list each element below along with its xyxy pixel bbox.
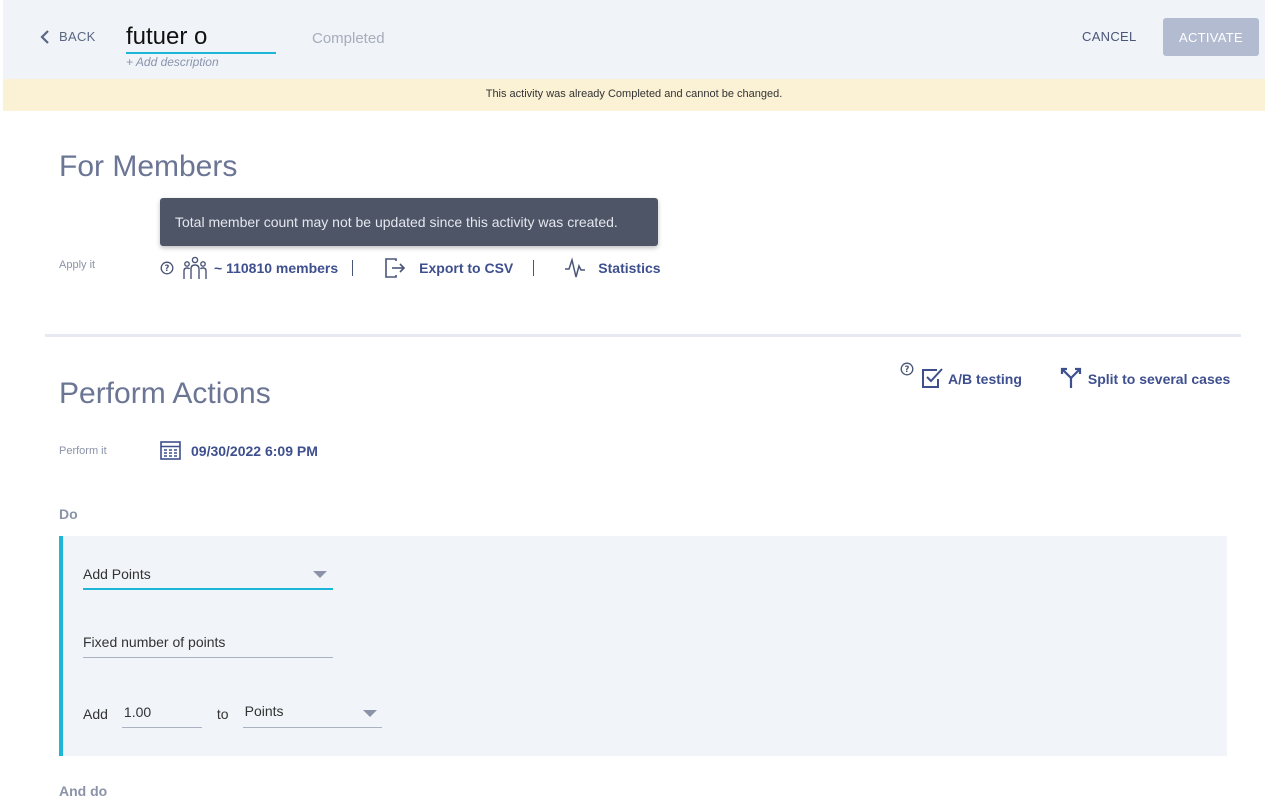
status-text: Completed xyxy=(312,30,385,47)
add-label: Add xyxy=(83,706,108,722)
points-amount-value: 1.00 xyxy=(123,704,152,720)
schedule-row[interactable]: 09/30/2022 6:09 PM xyxy=(160,440,318,461)
member-count-tooltip: Total member count may not be updated si… xyxy=(160,198,658,246)
completed-banner: This activity was already Completed and … xyxy=(3,79,1265,111)
checkbox-icon[interactable] xyxy=(920,366,944,390)
do-label: Do xyxy=(59,506,78,522)
title-area: + Add description xyxy=(126,22,276,69)
add-description-link[interactable]: + Add description xyxy=(126,55,276,69)
perform-it-label: Perform it xyxy=(59,445,107,457)
schedule-datetime[interactable]: 09/30/2022 6:09 PM xyxy=(191,443,318,459)
split-icon[interactable] xyxy=(1060,367,1082,389)
apply-it-label: Apply it xyxy=(59,259,96,271)
section-divider xyxy=(45,334,1241,337)
points-target-value: Points xyxy=(244,703,284,719)
back-label: BACK xyxy=(59,29,96,44)
member-count-link[interactable]: ~ 110810 members xyxy=(214,260,338,276)
ab-testing-toolbar: ? A/B testing Split to several cases xyxy=(900,362,1230,390)
svg-text:?: ? xyxy=(905,365,910,375)
members-section-title: For Members xyxy=(59,150,238,183)
export-csv-link[interactable]: Export to CSV xyxy=(419,260,513,276)
help-icon[interactable]: ? xyxy=(900,362,914,376)
top-bar: BACK + Add description Completed CANCEL … xyxy=(0,0,1265,79)
activity-title-input[interactable] xyxy=(126,22,276,54)
add-points-row: Add 1.00 to Points xyxy=(83,698,382,728)
back-button[interactable]: BACK xyxy=(40,29,96,44)
to-label: to xyxy=(216,706,229,722)
export-icon[interactable] xyxy=(383,257,407,279)
points-target-select[interactable]: Points xyxy=(242,698,382,728)
actions-section-title: Perform Actions xyxy=(59,377,271,410)
points-mode-value: Fixed number of points xyxy=(83,634,226,650)
separator xyxy=(533,260,535,276)
separator xyxy=(352,260,354,276)
action-type-value: Add Points xyxy=(83,566,151,582)
calendar-icon[interactable] xyxy=(160,440,181,461)
statistics-link[interactable]: Statistics xyxy=(598,260,660,276)
cancel-button[interactable]: CANCEL xyxy=(1082,29,1137,44)
svg-text:?: ? xyxy=(165,264,170,274)
chevron-down-icon xyxy=(362,710,377,717)
points-mode-select[interactable]: Fixed number of points xyxy=(83,628,333,658)
points-amount-input[interactable]: 1.00 xyxy=(121,698,202,728)
ab-testing-link[interactable]: A/B testing xyxy=(948,371,1022,387)
members-group-icon xyxy=(182,256,208,280)
chevron-down-icon xyxy=(313,571,327,578)
split-cases-link[interactable]: Split to several cases xyxy=(1088,371,1230,387)
statistics-icon[interactable] xyxy=(564,257,586,279)
activate-button[interactable]: ACTIVATE xyxy=(1163,18,1259,56)
chevron-left-icon xyxy=(40,29,49,44)
help-icon[interactable]: ? xyxy=(160,261,174,275)
apply-row: ? ~ 110810 members Export to CSV Statist… xyxy=(160,256,661,280)
action-card: Add Points Fixed number of points Add 1.… xyxy=(59,536,1227,756)
action-type-select[interactable]: Add Points xyxy=(83,560,333,590)
